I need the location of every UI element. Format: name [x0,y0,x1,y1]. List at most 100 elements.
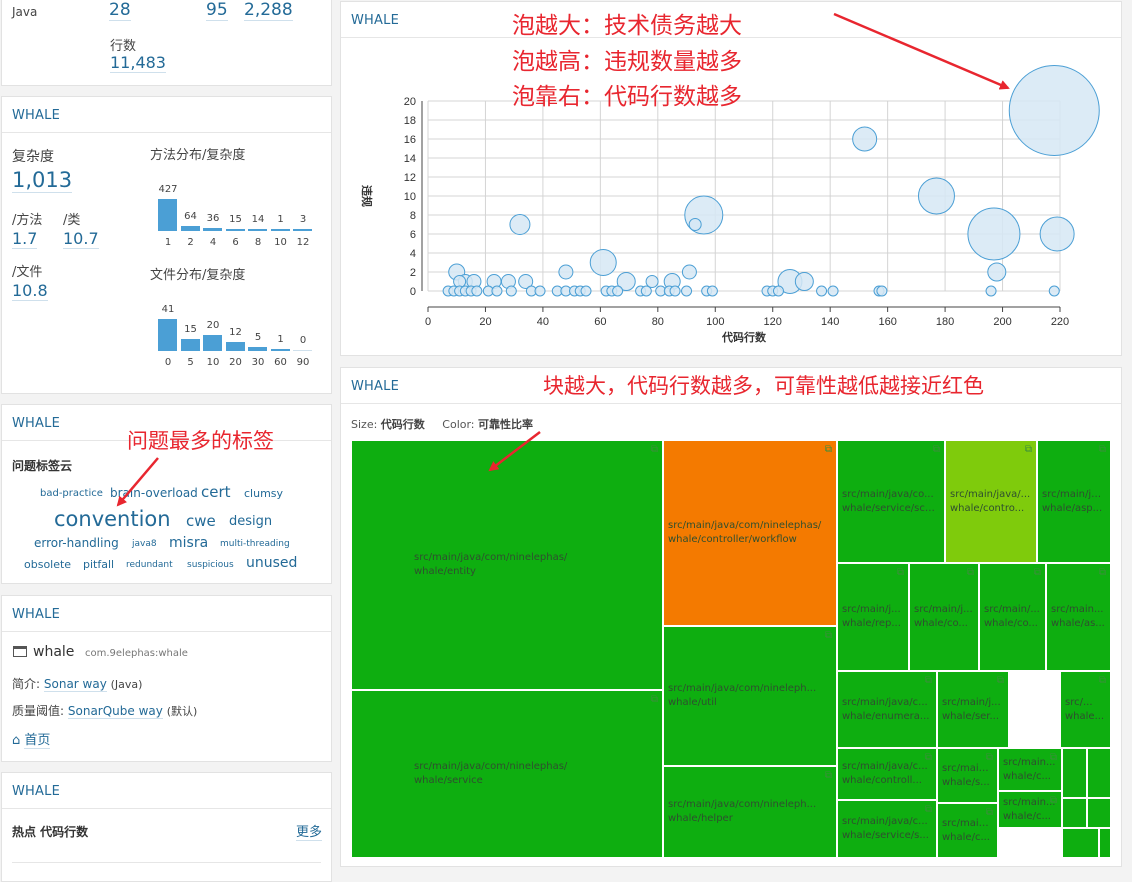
link-icon[interactable]: ⧉ [1050,751,1057,765]
bubble[interactable] [580,285,592,297]
tag-misra[interactable]: misra [169,535,208,551]
dist-bar[interactable] [248,347,267,351]
tag-brain-overload[interactable]: brain-overload [110,486,198,500]
treemap-cell-small[interactable] [1062,798,1087,828]
lines-value[interactable]: 11,483 [110,53,166,73]
tag-cert[interactable]: cert [201,483,231,501]
treemap-cell[interactable]: ⧉ src/... whale... [1060,671,1111,748]
link-icon[interactable]: ⧉ [1099,566,1106,580]
tag-error-handling[interactable]: error-handling [34,536,119,550]
tag-bad-practice[interactable]: bad-practice [40,488,103,499]
dist-bar[interactable] [225,229,245,231]
tag-unused[interactable]: unused [246,555,297,571]
home-row[interactable]: ⌂ 首页 [12,729,51,749]
treemap-cell[interactable]: ⧉ src/main... whale/c... [937,803,998,858]
dist-bar[interactable] [293,229,312,231]
dist-bar[interactable] [270,349,290,351]
treemap-cell[interactable]: ⧉ src/main/java/com/ninelephas/whale/enti… [351,440,663,690]
bubble[interactable] [534,285,546,297]
link-icon[interactable]: ⧉ [925,803,932,817]
treemap-cell-small[interactable] [1099,828,1111,858]
link-icon[interactable]: ⧉ [967,566,974,580]
dist-bar[interactable] [180,339,200,351]
bubble[interactable] [688,218,702,231]
bubble[interactable] [471,285,483,297]
dist-bar[interactable] [180,226,200,231]
treemap-cell[interactable]: ⧉ src/main/java/com/nineleph... whale/help… [663,766,837,858]
tag-pitfall[interactable]: pitfall [83,558,114,571]
home-link[interactable]: 首页 [24,733,51,749]
link-icon[interactable]: ⧉ [925,674,932,688]
treemap-cell[interactable]: ⧉ src/main/java/c... whale/service/s... [837,800,937,858]
treemap-cell[interactable]: ⧉ src/main... whale/as... [1046,563,1111,671]
bubble[interactable] [669,285,681,297]
bubble[interactable] [558,264,574,280]
bubble[interactable] [1008,65,1100,156]
link-icon[interactable]: ⧉ [986,751,993,765]
tag-obsolete[interactable]: obsolete [24,558,71,571]
bubble[interactable] [985,285,997,297]
bubble[interactable] [772,285,784,297]
tag-cwe[interactable]: cwe [186,512,216,530]
treemap-cell-small[interactable] [1087,798,1111,828]
dist-bar[interactable] [225,341,245,351]
bubble[interactable] [706,285,718,297]
bubble[interactable] [509,214,531,235]
bubble[interactable] [612,285,624,297]
treemap-cell[interactable]: ⧉ src/main/java/c... whale/enumera... [837,671,937,748]
treemap-cell[interactable]: ⧉ src/main... whale/c... [998,791,1062,828]
tag-java8[interactable]: java8 [132,539,157,549]
bubble[interactable] [645,275,659,288]
bubble[interactable] [987,262,1007,282]
treemap-cell[interactable]: ⧉ src/main/j... whale/rep... [837,563,909,671]
bubble[interactable] [967,207,1021,261]
bubble[interactable] [640,285,652,297]
dist-bar[interactable] [270,229,290,231]
treemap-cell[interactable]: ⧉ src/main/... whale/co... [979,563,1046,671]
link-icon[interactable]: ⧉ [897,566,904,580]
treemap-cell[interactable]: ⧉ src/main/java/com/nineleph... whale/util [663,626,837,766]
treemap-cell[interactable]: ⧉ src/main/java/c... whale/controll... [837,748,937,800]
dist-bar[interactable] [158,199,177,231]
link-icon[interactable]: ⧉ [986,806,993,820]
per-method-value[interactable]: 1.7 [12,229,38,249]
bubble[interactable] [876,285,888,297]
link-icon[interactable]: ⧉ [825,629,832,643]
link-icon[interactable]: ⧉ [925,751,932,765]
treemap-cell[interactable]: ⧉ src/main/ja... whale/asp... [1037,440,1111,563]
dist-bar[interactable] [158,319,177,351]
tag-clumsy[interactable]: clumsy [244,487,283,500]
dist-bar[interactable] [203,335,222,351]
tag-design[interactable]: design [229,514,272,529]
treemap-cell[interactable]: ⧉ src/main/java/co... whale/service/sch... [837,440,945,563]
treemap-cell[interactable]: ⧉ src/main/j... whale/co... [909,563,979,671]
dist-bar[interactable] [248,229,267,231]
tag-suspicious[interactable]: suspicious [187,560,234,570]
bubble[interactable] [1039,216,1075,252]
link-icon[interactable]: ⧉ [1034,566,1041,580]
treemap-cell[interactable]: ⧉ src/main/j... whale/ser... [937,671,1009,748]
treemap-cell[interactable]: ⧉ src/main... whale/c... [998,748,1062,791]
tag-redundant[interactable]: redundant [126,560,173,570]
treemap-cell[interactable]: ⧉ src/main/java/com/ninelephas/whale/cont… [663,440,837,626]
link-icon[interactable]: ⧉ [1050,794,1057,808]
treemap-cell[interactable]: ⧉ src/main... whale/s... [937,748,998,803]
per-class-value[interactable]: 10.7 [63,229,99,249]
treemap-cell[interactable]: ⧉ src/main/java/com/ninelephas/whale/serv… [351,690,663,858]
bubble[interactable] [816,285,828,297]
dist-bar[interactable] [293,350,312,351]
bubble[interactable] [505,285,517,297]
more-link[interactable]: 更多 [295,821,322,841]
link-icon[interactable]: ⧉ [1025,443,1032,457]
link-icon[interactable]: ⧉ [825,443,832,457]
gate-link[interactable]: SonarQube way [67,704,163,719]
bubble[interactable] [589,249,617,276]
treemap-cell-small[interactable] [1087,748,1111,798]
link-icon[interactable]: ⧉ [825,769,832,783]
treemap-cell[interactable]: ⧉ src/main/java/... whale/contro... [945,440,1037,563]
bubble[interactable] [1048,285,1060,297]
bubble[interactable] [491,285,503,297]
classes-value[interactable]: 95 [206,0,228,21]
treemap-cell-small[interactable] [1062,828,1099,858]
bubble[interactable] [917,177,955,215]
